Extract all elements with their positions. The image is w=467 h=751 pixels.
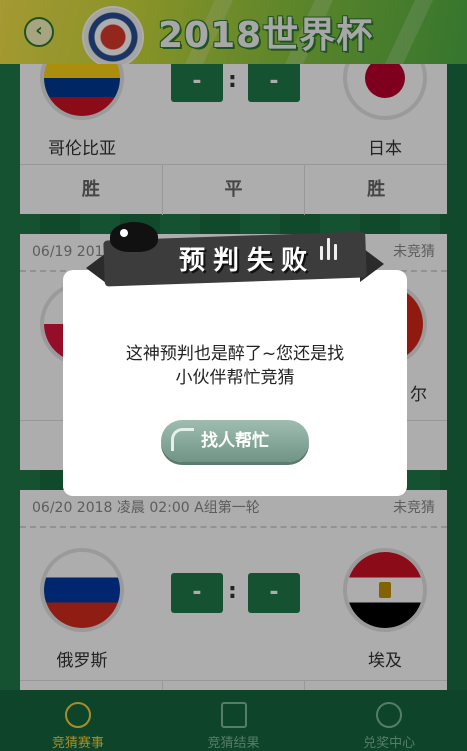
ask-friends-button[interactable]: 找人帮忙 xyxy=(161,420,309,462)
swoosh-icon xyxy=(171,428,194,451)
bird-mascot-icon xyxy=(110,222,158,252)
modal-message-line: 小伙伴帮忙竞猜 xyxy=(175,368,295,388)
sparkle-lines-icon xyxy=(318,236,342,260)
modal-message: 这神预判也是醉了~您还是找 小伙伴帮忙竞猜 xyxy=(63,342,407,390)
modal-message-line: 这神预判也是醉了~您还是找 xyxy=(125,344,345,364)
result-modal: 这神预判也是醉了~您还是找 小伙伴帮忙竞猜 找人帮忙 xyxy=(63,270,407,496)
ask-friends-label: 找人帮忙 xyxy=(201,431,269,451)
